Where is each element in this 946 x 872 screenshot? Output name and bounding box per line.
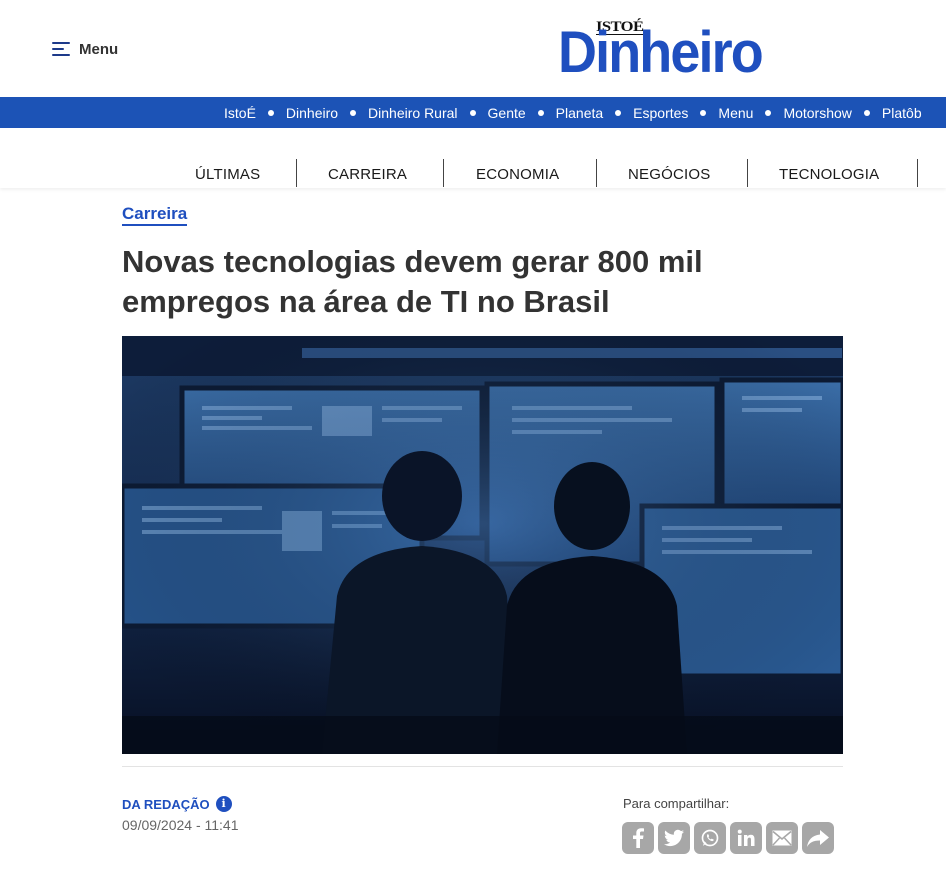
site-header: Menu ISTOÉ Dinheiro xyxy=(0,0,946,97)
top-nav-item-gente[interactable]: Gente xyxy=(488,105,556,121)
email-icon[interactable] xyxy=(766,822,798,854)
top-nav-link[interactable]: Dinheiro xyxy=(286,105,338,121)
share-buttons xyxy=(622,822,834,854)
separator-dot xyxy=(765,109,772,116)
top-nav-link[interactable]: IstoÉ xyxy=(224,105,256,121)
publish-date: 09/09/2024 - 11:41 xyxy=(122,817,239,833)
top-nav-item-platob[interactable]: Platôb xyxy=(882,105,922,121)
menu-label: Menu xyxy=(79,40,119,58)
separator-dot xyxy=(469,109,476,116)
share-icon[interactable] xyxy=(802,822,834,854)
facebook-icon[interactable] xyxy=(622,822,654,854)
hamburger-icon xyxy=(52,42,70,56)
top-nav-bar: IstoÉ Dinheiro Dinheiro Rural Gente Plan… xyxy=(0,97,946,128)
linkedin-icon[interactable] xyxy=(730,822,762,854)
section-tab-economia[interactable]: ECONOMIA xyxy=(476,166,559,183)
category-link[interactable]: Carreira xyxy=(122,205,188,226)
info-icon[interactable]: i xyxy=(215,796,232,812)
top-nav-link[interactable]: Dinheiro Rural xyxy=(368,105,457,121)
hero-illustration xyxy=(122,336,843,754)
top-nav-item-istoe[interactable]: IstoÉ xyxy=(224,105,286,121)
top-nav-link[interactable]: Platôb xyxy=(882,105,922,121)
separator-dot xyxy=(267,109,274,116)
section-nav: ÚLTIMAS CARREIRA ECONOMIA NEGÓCIOS TECNO… xyxy=(0,128,946,188)
top-nav-item-dinheiro[interactable]: Dinheiro xyxy=(286,105,368,121)
site-logo[interactable]: ISTOÉ Dinheiro xyxy=(558,20,774,85)
separator-dot xyxy=(615,109,622,116)
article-hero-image xyxy=(122,336,843,754)
author-byline: DA REDAÇÃO i xyxy=(122,796,232,812)
top-nav-item-esportes[interactable]: Esportes xyxy=(633,105,718,121)
top-nav-item-dinheiro-rural[interactable]: Dinheiro Rural xyxy=(368,105,487,121)
share-label: Para compartilhar: xyxy=(623,796,730,811)
top-nav-item-planeta[interactable]: Planeta xyxy=(556,105,633,121)
separator-dot xyxy=(700,109,707,116)
menu-button[interactable]: Menu xyxy=(52,38,118,60)
section-tab-carreira[interactable]: CARREIRA xyxy=(328,166,407,183)
separator-dot xyxy=(863,109,870,116)
top-nav-link[interactable]: Esportes xyxy=(633,105,688,121)
article-title: Novas tecnologias devem gerar 800 mil em… xyxy=(122,244,703,319)
content-divider xyxy=(122,766,843,767)
section-tab-ultimas[interactable]: ÚLTIMAS xyxy=(195,166,260,183)
section-separator xyxy=(917,159,918,187)
top-nav-link[interactable]: Planeta xyxy=(556,105,603,121)
top-nav-link[interactable]: Gente xyxy=(488,105,526,121)
section-separator xyxy=(443,159,444,187)
separator-dot xyxy=(350,109,357,116)
whatsapp-icon[interactable] xyxy=(694,822,726,854)
section-separator xyxy=(747,159,748,187)
section-tab-negocios[interactable]: NEGÓCIOS xyxy=(628,166,710,183)
top-nav-link[interactable]: Menu xyxy=(718,105,753,121)
section-separator xyxy=(596,159,597,187)
top-nav-link[interactable]: Motorshow xyxy=(783,105,851,121)
section-tab-tecnologia[interactable]: TECNOLOGIA xyxy=(779,166,879,183)
separator-dot xyxy=(537,109,544,116)
logo-dinheiro: Dinheiro xyxy=(558,20,764,85)
twitter-icon[interactable] xyxy=(658,822,690,854)
section-separator xyxy=(296,159,297,187)
top-nav-item-motorshow[interactable]: Motorshow xyxy=(783,105,881,121)
top-nav-item-menu[interactable]: Menu xyxy=(718,105,783,121)
author-name[interactable]: DA REDAÇÃO xyxy=(122,797,210,812)
